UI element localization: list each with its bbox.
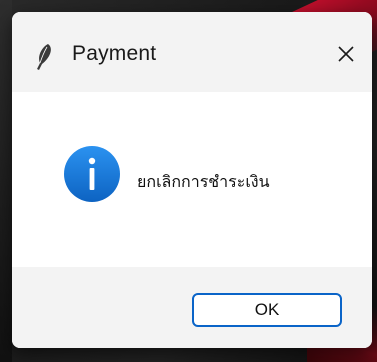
info-icon [62, 144, 122, 204]
dialog-content: ยกเลิกการชำระเงิน [12, 92, 372, 267]
close-button[interactable] [324, 34, 368, 78]
feather-icon [34, 42, 54, 72]
dialog-footer: OK [12, 267, 372, 348]
desktop-edge [0, 0, 12, 362]
payment-dialog: Payment ยกเลิกการชำระเงิน OK [12, 12, 372, 348]
dialog-title: Payment [72, 42, 157, 65]
ok-button[interactable]: OK [192, 293, 342, 327]
dialog-titlebar[interactable]: Payment [12, 12, 372, 92]
dialog-message: ยกเลิกการชำระเงิน [137, 172, 270, 191]
close-icon [337, 45, 355, 67]
